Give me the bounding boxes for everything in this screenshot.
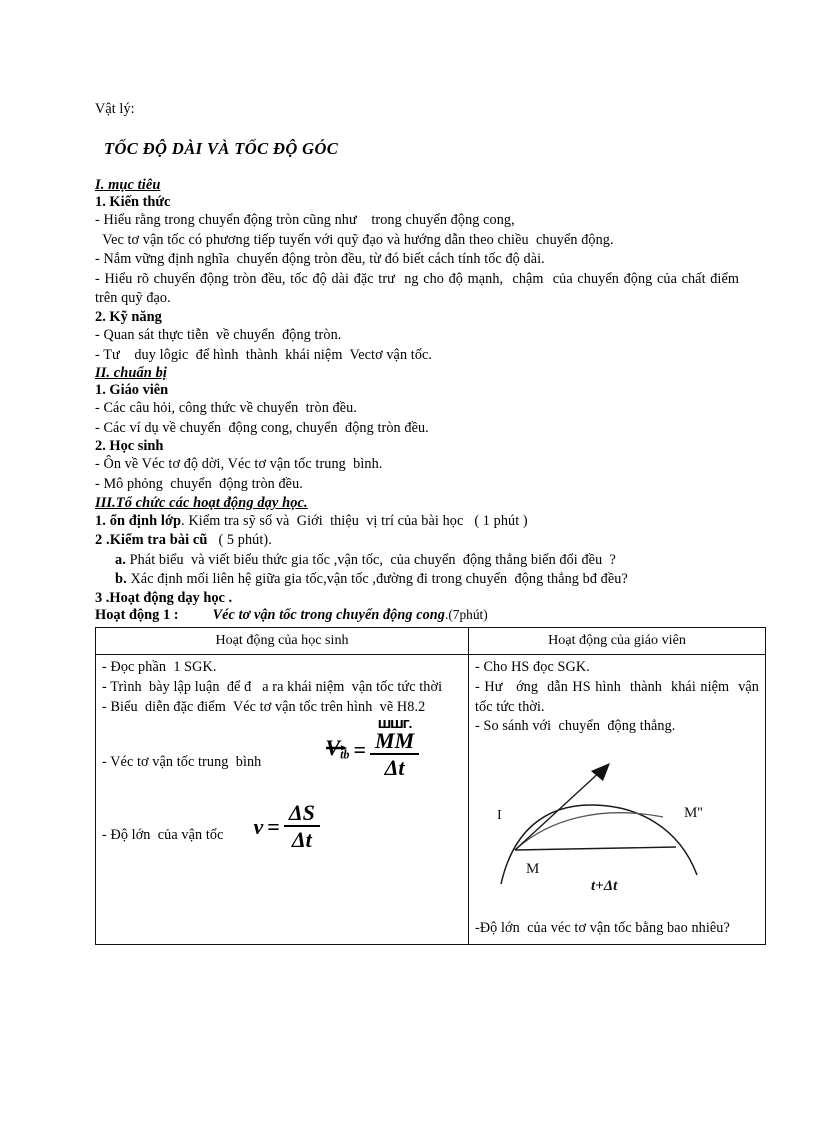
formula-row-average-velocity: - Véc tơ vận tốc trung bình Vtb = ШШГ. M…	[102, 719, 462, 779]
body-line: Vec tơ vận tốc có phương tiếp tuyến với …	[95, 231, 614, 248]
page-title: TỐC ĐỘ DÀI VÀ TỐC ĐỘ GÓC	[104, 139, 339, 158]
svg-text:I: I	[497, 808, 502, 823]
subsection-heading-1-2: 2. Kỹ năng	[95, 308, 162, 325]
subsection-heading-1-1: 1. Kiến thức	[95, 194, 171, 210]
equals-sign: =	[267, 813, 280, 839]
fraction-denominator: Δt	[291, 827, 312, 853]
fraction-speed: ΔS Δt	[283, 800, 320, 853]
formula-speed-magnitude: v = ΔS Δt	[254, 801, 320, 851]
question-item: b. Xác định mối liên hệ giữa gia tốc,vận…	[95, 570, 739, 590]
document-page: Vật lý: TỐC ĐỘ DÀI VÀ TỐC ĐỘ GÓC I. mục …	[0, 0, 816, 1123]
question-text: Phát biểu và viết biểu thức gia tốc ,vận…	[126, 551, 616, 568]
numbered-item-rest: . Kiểm tra sỹ số và Giới thiệu vị trí củ…	[181, 512, 528, 529]
body-line: - Biểu diễn đặc điểm Véc tơ vận tốc trên…	[102, 698, 426, 715]
student-cell-body: - Đọc phần 1 SGK. - Trình bày lập luận đ…	[102, 658, 462, 940]
formula-row-speed-magnitude: - Độ lớn của vận tốc v = ΔS Δt	[102, 801, 462, 851]
body-line: - Quan sát thực tiễn về chuyển động tròn…	[95, 326, 342, 343]
document-content: Vật lý: TỐC ĐỘ DÀI VÀ TỐC ĐỘ GÓC I. mục …	[95, 100, 766, 946]
fraction-numerator: ΔS	[288, 800, 315, 826]
body-line: - Các câu hỏi, công thức về chuyển tròn …	[95, 400, 357, 417]
equals-sign: =	[353, 737, 367, 763]
formula-average-velocity: Vtb = ШШГ. MM Δt	[325, 719, 420, 781]
formula-label-speed-magnitude: - Độ lớn của vận tốc	[102, 826, 224, 843]
body-line: - Các ví dụ về chuyển động cong, chuyển …	[95, 419, 429, 436]
svg-text:M'': M''	[684, 805, 703, 821]
subsection-heading-2-1: 1. Giáo viên	[95, 382, 169, 399]
body-line: - Nắm vững định nghĩa chuyển động tròn đ…	[95, 251, 545, 268]
svg-text:M: M	[526, 861, 539, 877]
section-heading-1: I. mục tiêu	[95, 177, 161, 193]
teacher-cell-body: - Cho HS đọc SGK. - Hư ớng dẫn HS hình t…	[475, 658, 759, 940]
numbered-item: 2 .Kiểm tra bài cũ ( 5 phút).	[95, 531, 739, 551]
svg-text:t+Δt: t+Δt	[591, 878, 618, 894]
curved-motion-diagram: I M M'' t+Δt	[479, 747, 759, 903]
table-cell-teacher: - Cho HS đọc SGK. - Hư ớng dẫn HS hình t…	[468, 654, 766, 946]
table-header-row: Hoạt động của học sinh Hoạt động của giá…	[95, 626, 766, 656]
activity-table: Hoạt động của học sinh Hoạt động của giá…	[95, 626, 766, 946]
table-header-teacher: Hoạt động của giáo viên	[468, 626, 766, 656]
activity-label: Hoạt động 1 :	[95, 606, 179, 623]
body-line: - Trình bày lập luận để đ a ra khái niệm…	[102, 678, 443, 695]
question-item: a. Phát biểu và viết biểu thức gia tốc ,…	[95, 551, 739, 571]
body-line: - Mô phỏng chuyển động tròn đều.	[95, 475, 303, 492]
question-label: a.	[115, 551, 126, 568]
section-heading-3: III.Tổ chức các hoạt động dạy học.	[95, 494, 308, 511]
body-line: - Đọc phần 1 SGK.	[102, 659, 217, 676]
body-line: - Hiểu rõ chuyển động tròn đều, tốc độ d…	[95, 270, 743, 307]
body-line: -Độ lớn của véc tơ vận tốc bằng bao nhiê…	[475, 920, 730, 937]
body-line: - Hiểu rằng trong chuyển động tròn cũng …	[95, 212, 515, 228]
vector-arrow-icon	[325, 733, 349, 751]
formula-label-average-velocity: - Véc tơ vận tốc trung bình	[102, 754, 262, 771]
activities-heading: 3 .Hoạt động dạy học .	[95, 589, 233, 606]
vector-v-average: Vtb	[325, 736, 349, 765]
numbered-item: 1. ổn định lớp. Kiểm tra sỹ số và Giới t…	[95, 512, 739, 532]
body-line: - Cho HS đọc SGK.	[475, 659, 590, 676]
table-body-row: - Đọc phần 1 SGK. - Trình bày lập luận đ…	[95, 654, 766, 946]
table-cell-student: - Đọc phần 1 SGK. - Trình bày lập luận đ…	[95, 654, 469, 946]
numerator-text: MM	[375, 728, 415, 754]
numbered-item-bold: 1. ổn định lớp	[95, 512, 182, 529]
subject-label: Vật lý:	[95, 101, 135, 117]
question-label: b.	[115, 571, 127, 588]
activity-time: .(7phút)	[444, 606, 488, 622]
fraction-denominator: Δt	[384, 755, 405, 781]
activity-line: Hoạt động 1 : Véc tơ vận tốc trong chuyển…	[95, 607, 739, 624]
fraction-average-velocity: ШШГ. MM Δt	[370, 719, 420, 781]
numbered-item-rest: ( 5 phút).	[207, 532, 272, 549]
body-line: - Ôn về Véc tơ độ dời, Véc tơ vận tốc tr…	[95, 456, 383, 473]
table-header-student: Hoạt động của học sinh	[95, 626, 469, 656]
subsection-heading-2-2: 2. Học sinh	[95, 438, 164, 455]
numbered-item-bold: 2 .Kiểm tra bài cũ	[95, 532, 208, 549]
activity-title: Véc tơ vận tốc trong chuyển động cong	[212, 606, 445, 623]
fraction-numerator: ШШГ. MM	[370, 719, 419, 754]
body-line: - Hư ớng dẫn HS hình thành khái niệm vận…	[475, 678, 763, 715]
body-line: - Tư duy lôgic để hình thành khái niệm V…	[95, 346, 433, 363]
section-heading-2: II. chuẩn bị	[95, 365, 167, 382]
body-line: - So sánh với chuyển động thẳng.	[475, 718, 676, 735]
formula-lhs-var: v	[253, 813, 264, 839]
question-text: Xác định mối liên hệ giữa gia tốc,vận tố…	[126, 571, 628, 588]
